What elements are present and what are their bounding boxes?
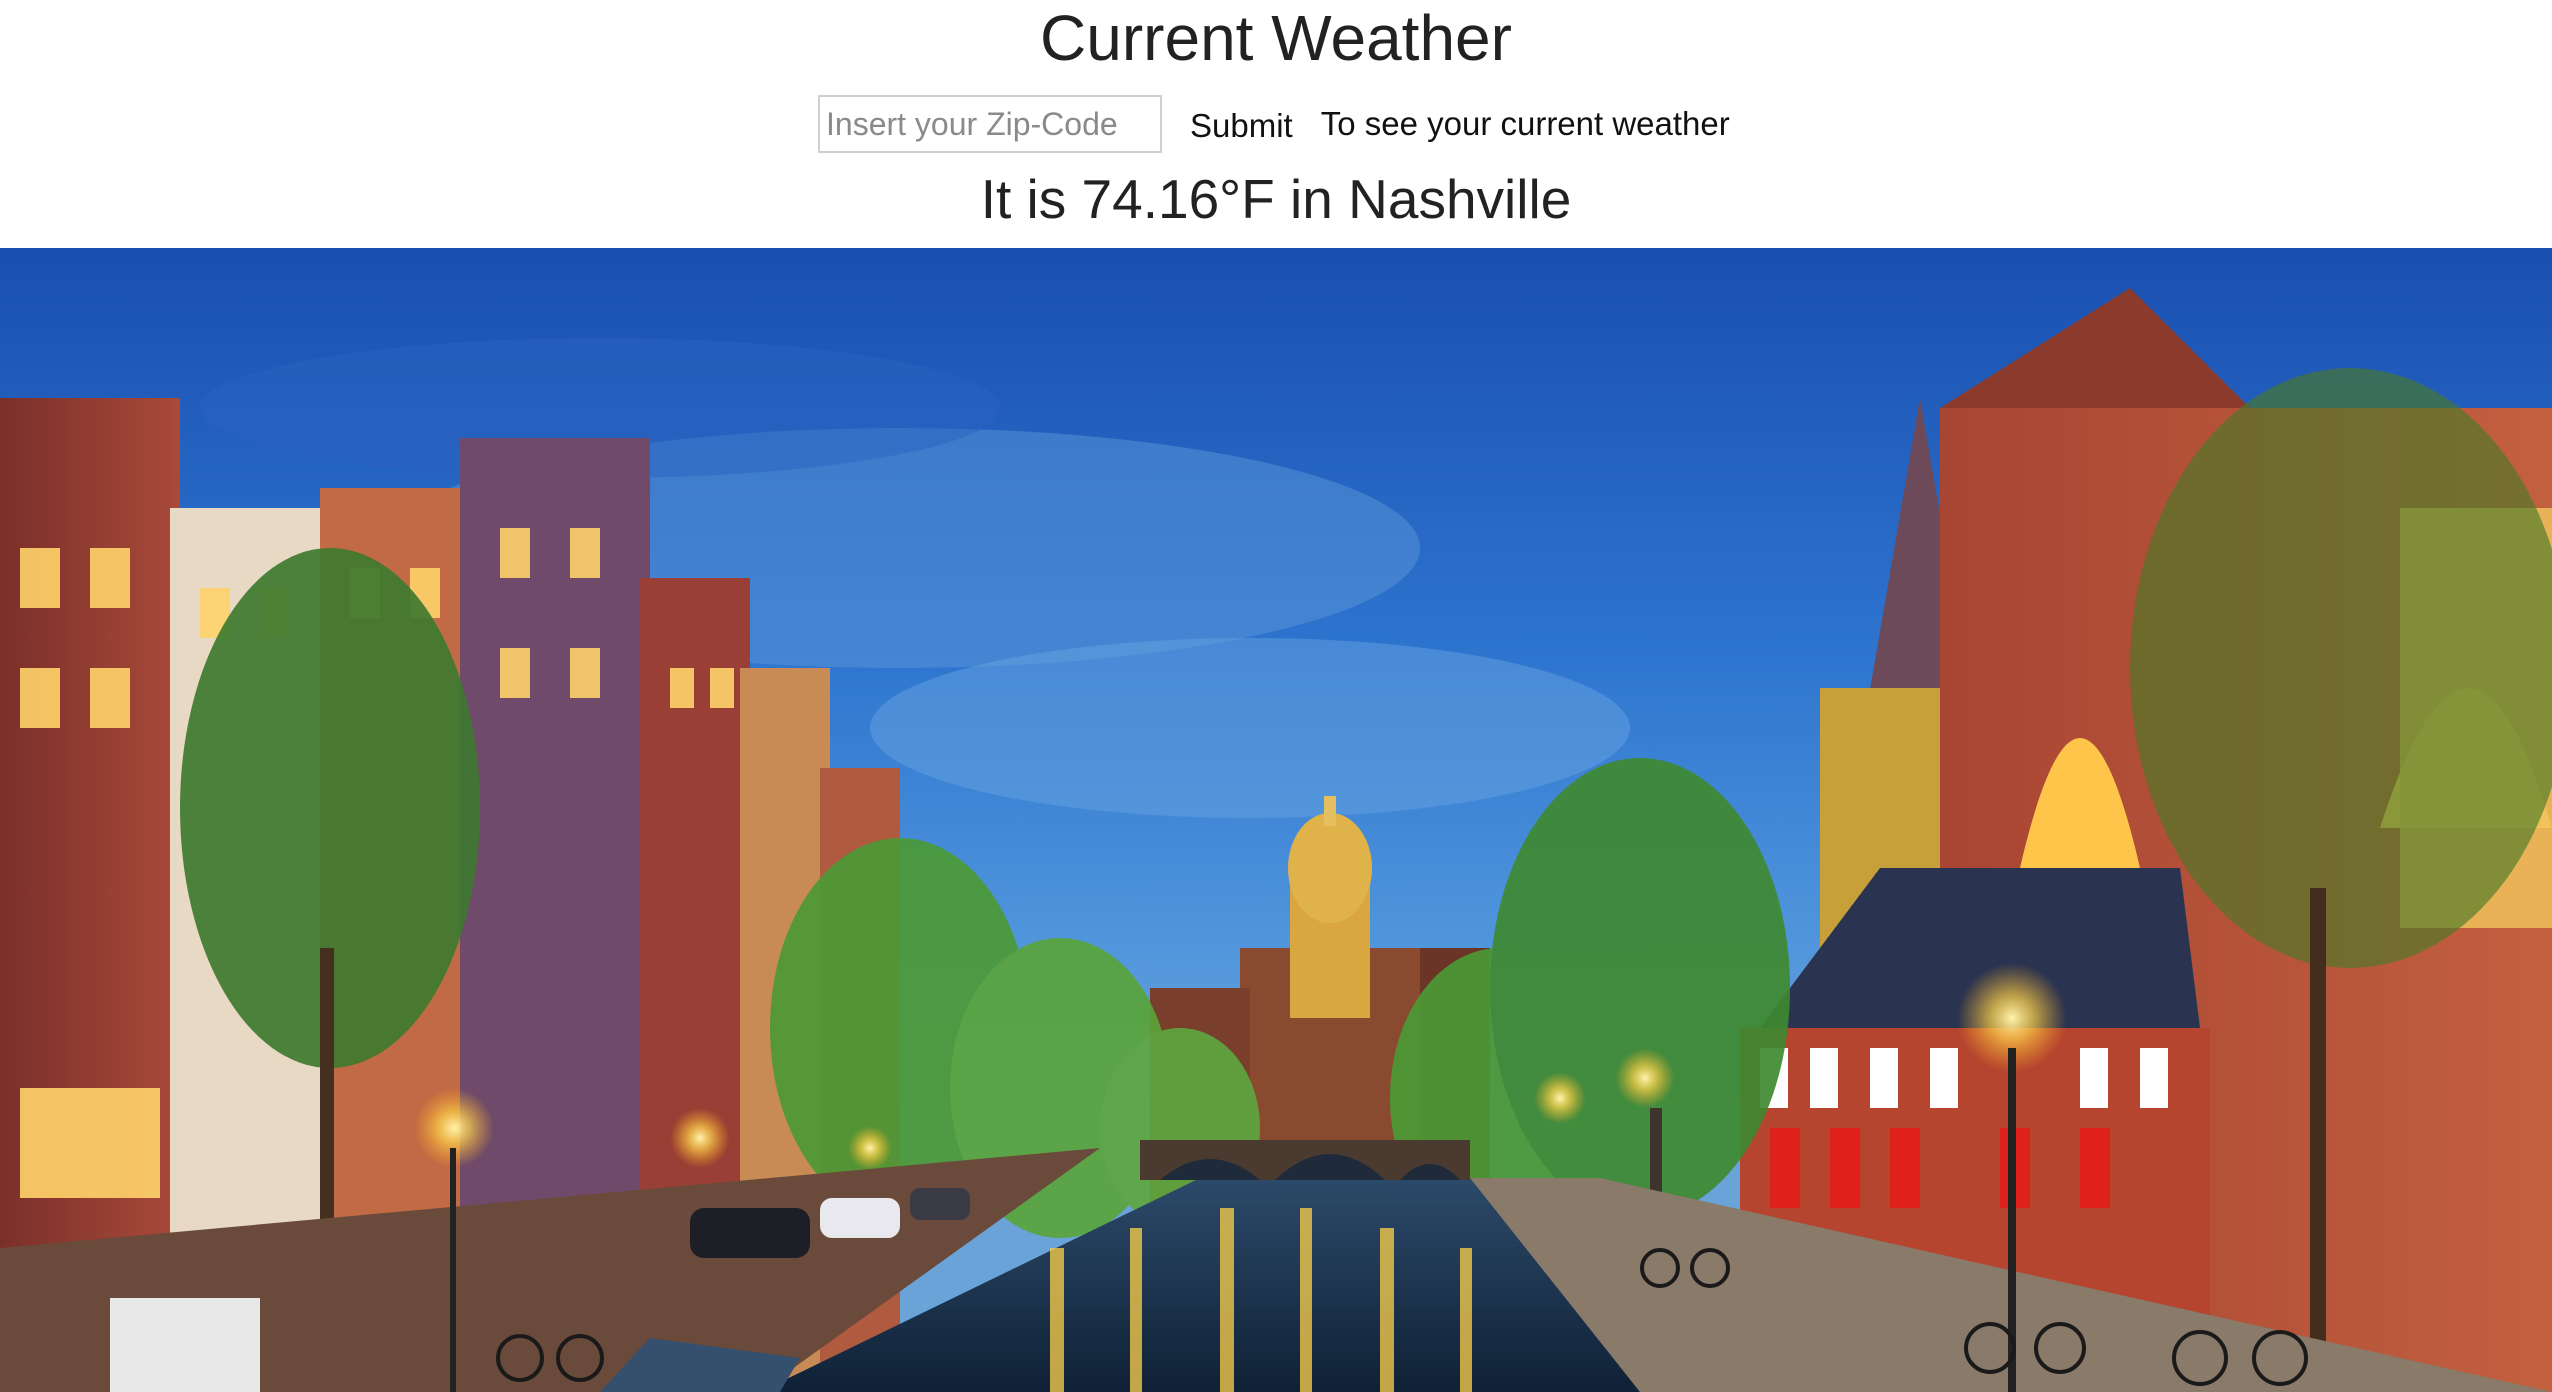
utility-box [110, 1298, 260, 1392]
hint-text: To see your current weather [1320, 105, 1730, 142]
weather-page: Current Weather Submit To see your curre… [0, 0, 2552, 1392]
header: Current Weather Submit To see your curre… [0, 0, 2552, 248]
weather-result: It is 74.16°F in Nashville [980, 168, 1572, 230]
page-title: Current Weather [1040, 2, 1512, 74]
zip-form: Submit To see your current weather [818, 94, 1730, 154]
bridge [1140, 1140, 1470, 1180]
canal-city-illustration [0, 248, 2552, 1392]
submit-button[interactable]: Submit [1190, 97, 1293, 155]
zip-code-input[interactable] [818, 95, 1162, 153]
background-image [0, 248, 2552, 1392]
